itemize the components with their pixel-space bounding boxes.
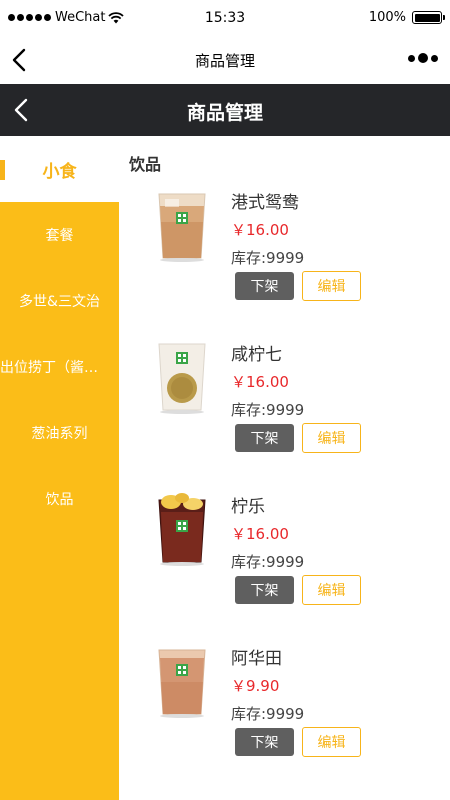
category-item-combos[interactable]: 套餐 xyxy=(0,202,119,268)
category-label: 饮品 xyxy=(45,492,74,508)
lemon-soda-drink-icon xyxy=(149,338,215,418)
category-sidebar: 小食 套餐 多世&三文治 出位捞丁（酱… 葱油系列 饮品 xyxy=(0,136,119,800)
product-stock: 库存:9999 xyxy=(231,705,305,723)
product-name: 港式鸳鸯 xyxy=(231,193,299,213)
product-stock: 库存:9999 xyxy=(231,553,305,571)
product-price: ￥16.00 xyxy=(231,373,289,391)
category-label: 小食 xyxy=(42,161,77,182)
milk-tea-drink-icon xyxy=(149,186,215,266)
delist-button[interactable]: 下架 xyxy=(235,272,294,300)
product-price: ￥16.00 xyxy=(231,525,289,543)
category-item-scallion-oil[interactable]: 葱油系列 xyxy=(0,400,119,466)
category-label: 多世&三文治 xyxy=(19,294,100,310)
edit-button[interactable]: 编辑 xyxy=(302,575,361,605)
product-price: ￥9.90 xyxy=(231,677,280,695)
product-card: 阿华田 ￥9.90 库存:9999 下架 编辑 xyxy=(119,642,450,782)
category-item-toast-sandwich[interactable]: 多世&三文治 xyxy=(0,268,119,334)
product-price: ￥16.00 xyxy=(231,221,289,239)
status-bar: WeChat 15:33 100% xyxy=(0,0,450,36)
category-label: 出位捞丁（酱… xyxy=(0,360,98,376)
category-item-drinks[interactable]: 饮品 xyxy=(0,466,119,532)
page-title: 商品管理 xyxy=(186,102,263,124)
ovaltine-drink-icon xyxy=(149,642,215,722)
product-name: 阿华田 xyxy=(231,649,282,669)
category-label: 葱油系列 xyxy=(31,426,88,442)
delist-button[interactable]: 下架 xyxy=(235,728,294,756)
app-header: 商品管理 xyxy=(0,84,450,136)
category-label: 套餐 xyxy=(45,228,74,244)
edit-button[interactable]: 编辑 xyxy=(302,423,361,453)
product-name: 柠乐 xyxy=(231,497,265,517)
battery-group: 100% xyxy=(368,10,445,25)
product-stock: 库存:9999 xyxy=(231,401,305,419)
delist-button[interactable]: 下架 xyxy=(235,424,294,452)
delist-button[interactable]: 下架 xyxy=(235,576,294,604)
product-list-panel: 饮品 港式鸳鸯 ￥16.00 库存:9999 下架 编辑 咸柠七 ￥16.00 … xyxy=(119,136,450,800)
product-name: 咸柠七 xyxy=(231,345,282,365)
edit-button[interactable]: 编辑 xyxy=(302,271,361,301)
product-card: 港式鸳鸯 ￥16.00 库存:9999 下架 编辑 xyxy=(119,186,450,326)
more-options-icon[interactable] xyxy=(408,53,438,63)
battery-percent: 100% xyxy=(368,10,406,25)
category-item-snacks[interactable]: 小食 xyxy=(0,136,119,202)
wechat-nav-title: 商品管理 xyxy=(194,52,255,70)
battery-icon xyxy=(412,11,445,24)
lemon-cola-drink-icon xyxy=(149,490,215,570)
wechat-nav-bar: 商品管理 xyxy=(0,36,450,84)
category-item-sauce-noodles[interactable]: 出位捞丁（酱… xyxy=(0,334,119,400)
section-title: 饮品 xyxy=(129,155,162,174)
product-stock: 库存:9999 xyxy=(231,249,305,267)
edit-button[interactable]: 编辑 xyxy=(302,727,361,757)
product-card: 咸柠七 ￥16.00 库存:9999 下架 编辑 xyxy=(119,338,450,478)
product-card: 柠乐 ￥16.00 库存:9999 下架 编辑 xyxy=(119,490,450,630)
